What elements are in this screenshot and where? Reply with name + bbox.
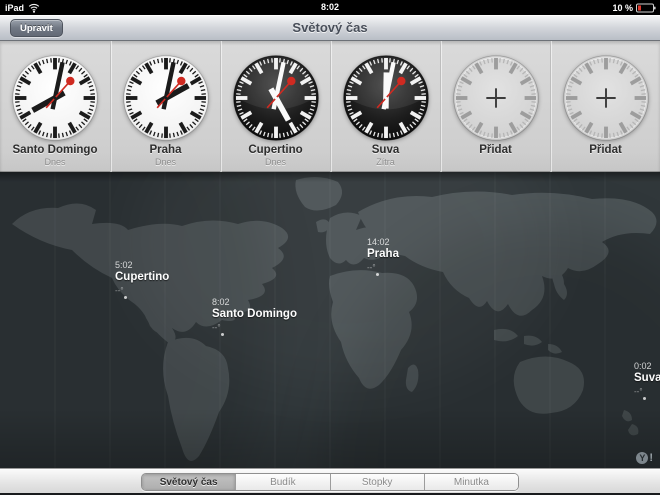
map-city-name: Suva (634, 372, 660, 384)
map-city-time: 14:02 (367, 237, 390, 247)
tab-světový-čas[interactable]: Světový čas (142, 474, 236, 490)
clock-city-label: Praha (149, 144, 182, 156)
map-city-name: Cupertino (115, 271, 170, 283)
clock-city-label: Suva (371, 144, 400, 156)
clock-day-label: Zítra (376, 157, 395, 167)
map-city-name: Praha (367, 248, 399, 260)
city-dot-icon (221, 332, 224, 336)
world-clock-praha[interactable]: Praha Dnes (110, 41, 220, 172)
ipad-screen: iPad 8:02 10 % Upravit Světový čas Santo… (0, 0, 660, 495)
city-dot-icon (376, 272, 379, 276)
mode-segmented-control: Světový čas Budík Stopky Minutka (141, 473, 519, 491)
world-map: 5:02 Cupertino --° 8:02 Santo Domingo --… (0, 172, 660, 468)
tab-budík[interactable]: Budík (235, 474, 330, 490)
nav-bar: Upravit Světový čas (0, 15, 660, 41)
tab-bar: Světový čas Budík Stopky Minutka (0, 468, 660, 495)
map-city-temp: --° (115, 285, 124, 295)
map-city-temp: --° (634, 386, 643, 396)
battery-icon (636, 3, 656, 12)
map-city-time: 8:02 (212, 297, 230, 307)
map-label-praha: 14:02 Praha --° (367, 237, 399, 276)
tab-minutka[interactable]: Minutka (423, 474, 518, 490)
clock-city-label: Přidat (479, 144, 512, 156)
map-city-temp: --° (367, 262, 376, 272)
world-clock-suva[interactable]: Suva Zítra (330, 41, 440, 172)
clock-day-label: Dnes (264, 157, 286, 167)
yahoo-logo: Y! (636, 452, 653, 464)
map-city-name: Santo Domingo (212, 308, 297, 320)
add-clock-button[interactable]: Přidat (440, 41, 550, 172)
map-label-santo-domingo: 8:02 Santo Domingo --° (212, 297, 297, 336)
map-top-shadow (0, 172, 660, 182)
world-clock-row: Santo Domingo Dnes Praha Dnes Cupertino … (0, 41, 660, 172)
add-clock-button[interactable]: Přidat (550, 41, 660, 172)
clock-day-label: Dnes (154, 157, 176, 167)
clock-city-label: Cupertino (248, 144, 303, 156)
map-city-time: 5:02 (115, 260, 133, 270)
clock-city-label: Přidat (589, 144, 622, 156)
city-dot-icon (643, 396, 646, 400)
status-time: 8:02 (320, 2, 339, 12)
clock-city-label: Santo Domingo (12, 144, 98, 156)
world-clock-santo-domingo[interactable]: Santo Domingo Dnes (0, 41, 110, 172)
map-label-suva: 0:02 Suva --° (634, 361, 660, 400)
map-label-cupertino: 5:02 Cupertino --° (115, 260, 170, 299)
status-bar: iPad 8:02 10 % (0, 0, 660, 15)
yahoo-y-icon: Y (636, 452, 649, 464)
battery-percent: 10 % (612, 2, 633, 13)
world-map-graphic (0, 172, 660, 468)
city-dot-icon (124, 295, 127, 299)
page-title: Světový čas (292, 20, 368, 35)
map-city-time: 0:02 (634, 361, 652, 371)
tab-stopky[interactable]: Stopky (329, 474, 424, 490)
world-clock-cupertino[interactable]: Cupertino Dnes (220, 41, 330, 172)
clock-day-label: Dnes (44, 157, 66, 167)
map-city-temp: --° (212, 322, 221, 332)
